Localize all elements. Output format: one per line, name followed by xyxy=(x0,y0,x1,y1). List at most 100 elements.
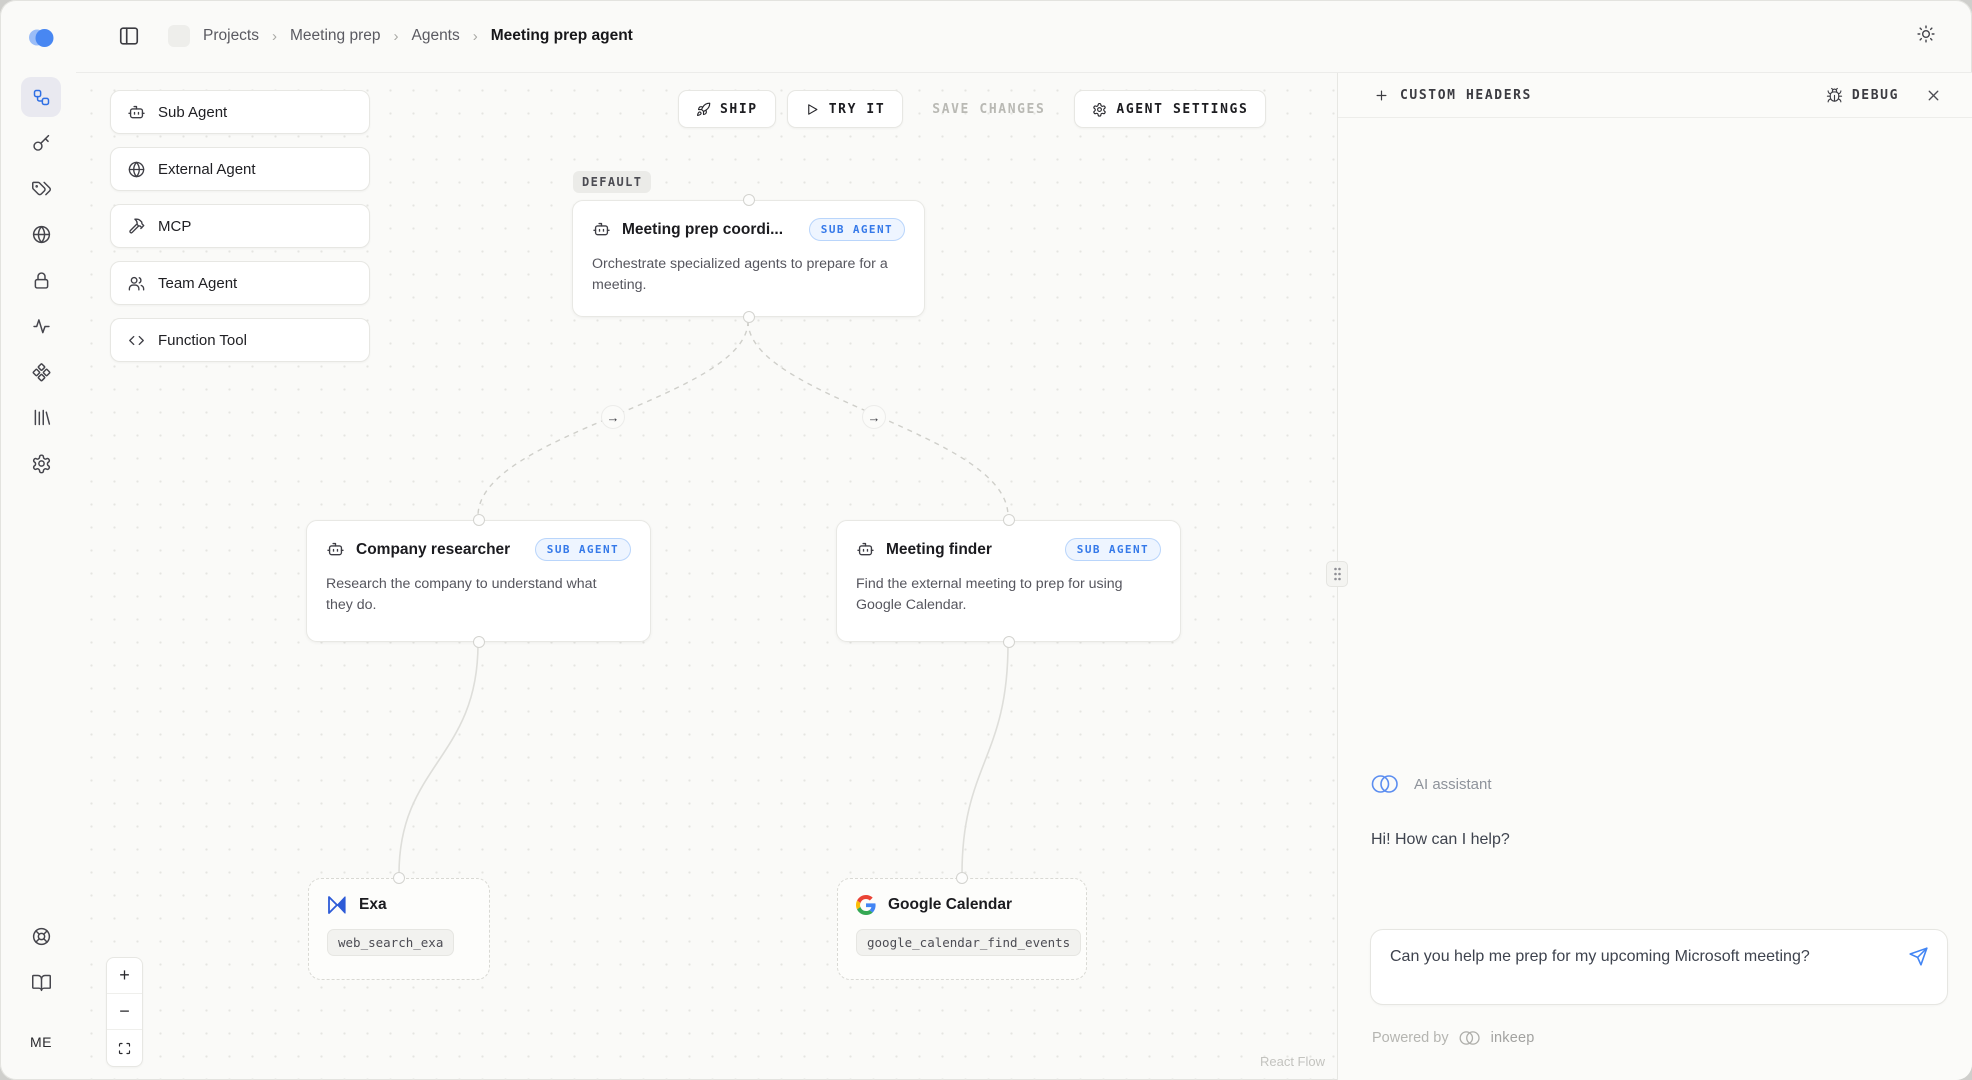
fit-view-button[interactable] xyxy=(107,1030,142,1066)
node-palette: Sub Agent External Agent MCP Team Agent … xyxy=(110,90,370,362)
globe-icon xyxy=(127,160,146,179)
try-it-panel: CUSTOM HEADERS DEBUG AI assistant Hi! Ho… xyxy=(1338,73,1972,1080)
panel-divider xyxy=(1337,73,1338,1080)
node-title: Company researcher xyxy=(356,541,524,559)
zoom-in-button[interactable]: + xyxy=(107,958,142,994)
tool-pill: web_search_exa xyxy=(327,929,454,956)
breadcrumb-item-agents[interactable]: Agents xyxy=(411,27,459,45)
custom-headers-label: CUSTOM HEADERS xyxy=(1400,88,1532,103)
bot-icon xyxy=(326,540,345,559)
palette-item-mcp[interactable]: MCP xyxy=(110,204,370,248)
nav-credentials[interactable] xyxy=(21,168,61,208)
bug-icon xyxy=(1826,87,1843,104)
palette-item-sub-agent[interactable]: Sub Agent xyxy=(110,90,370,134)
nav-activity[interactable] xyxy=(21,306,61,346)
grip-dots-icon xyxy=(1333,567,1342,581)
custom-headers-button[interactable]: CUSTOM HEADERS xyxy=(1374,88,1532,103)
tool-title: Google Calendar xyxy=(888,896,1012,914)
node-handle[interactable] xyxy=(473,636,485,648)
try-it-button[interactable]: TRY IT xyxy=(787,90,904,128)
nav-library[interactable] xyxy=(21,397,61,437)
node-google-calendar-tool[interactable]: Google Calendar google_calendar_find_eve… xyxy=(837,878,1087,980)
save-changes-button[interactable]: SAVE CHANGES xyxy=(914,90,1063,128)
bot-icon xyxy=(856,540,875,559)
breadcrumb-skeleton xyxy=(168,25,190,47)
chat-input[interactable]: Can you help me prep for my upcoming Mic… xyxy=(1370,929,1948,1005)
palette-item-label: Team Agent xyxy=(158,275,237,292)
flow-canvas[interactable]: Sub Agent External Agent MCP Team Agent … xyxy=(76,73,1337,1080)
panel-header: CUSTOM HEADERS DEBUG xyxy=(1338,73,1972,118)
node-company-researcher[interactable]: Company researcher SUB AGENT Research th… xyxy=(306,520,651,642)
nav-help[interactable] xyxy=(21,916,61,956)
powered-by-label: Powered by xyxy=(1372,1030,1449,1046)
palette-item-team-agent[interactable]: Team Agent xyxy=(110,261,370,305)
inkeep-logo-icon[interactable] xyxy=(26,26,56,55)
activity-icon xyxy=(31,316,52,337)
nav-security[interactable] xyxy=(21,260,61,300)
tool-pill: google_calendar_find_events xyxy=(856,929,1081,956)
ship-button[interactable]: SHIP xyxy=(678,90,776,128)
nav-docs[interactable] xyxy=(21,962,61,1002)
nav-api-keys[interactable] xyxy=(21,123,61,163)
panel-left-icon xyxy=(118,25,140,47)
tags-icon xyxy=(31,178,52,199)
theme-toggle-button[interactable] xyxy=(1916,24,1936,49)
palette-item-external-agent[interactable]: External Agent xyxy=(110,147,370,191)
plus-icon xyxy=(1374,88,1389,103)
breadcrumb-separator: › xyxy=(272,28,277,45)
nav-external[interactable] xyxy=(21,214,61,254)
nav-settings[interactable] xyxy=(21,443,61,483)
node-handle[interactable] xyxy=(1003,636,1015,648)
powered-by[interactable]: Powered by inkeep xyxy=(1372,1029,1535,1047)
lock-icon xyxy=(31,270,52,291)
node-handle[interactable] xyxy=(393,872,405,884)
app-window: ME Projects › Meeting prep › Agents › Me… xyxy=(0,0,1972,1080)
ship-button-label: SHIP xyxy=(720,102,758,117)
gear-icon xyxy=(31,453,52,474)
node-handle[interactable] xyxy=(473,514,485,526)
node-handle[interactable] xyxy=(956,872,968,884)
debug-button[interactable]: DEBUG xyxy=(1826,87,1899,104)
nav-graph[interactable] xyxy=(21,77,61,117)
stage: ME Projects › Meeting prep › Agents › Me… xyxy=(0,0,1972,1080)
node-exa-tool[interactable]: Exa web_search_exa xyxy=(308,878,490,980)
edge-researcher-exa xyxy=(399,644,478,874)
breadcrumb-separator: › xyxy=(473,28,478,45)
nav-components[interactable] xyxy=(21,352,61,392)
node-meeting-finder[interactable]: Meeting finder SUB AGENT Find the extern… xyxy=(836,520,1181,642)
breadcrumb-item-projects[interactable]: Projects xyxy=(203,27,259,45)
node-handle[interactable] xyxy=(1003,514,1015,526)
top-header: Projects › Meeting prep › Agents › Meeti… xyxy=(76,0,1972,73)
node-description: Research the company to understand what … xyxy=(326,574,614,617)
agent-settings-button-label: AGENT SETTINGS xyxy=(1116,102,1248,117)
inkeep-brand-label: inkeep xyxy=(1491,1030,1535,1046)
components-icon xyxy=(31,362,52,383)
fit-view-icon xyxy=(117,1041,132,1056)
react-flow-attribution[interactable]: React Flow xyxy=(1260,1054,1325,1069)
book-open-icon xyxy=(31,972,52,993)
node-handle[interactable] xyxy=(743,311,755,323)
palette-item-label: MCP xyxy=(158,218,191,235)
try-it-button-label: TRY IT xyxy=(829,102,886,117)
agent-settings-button[interactable]: AGENT SETTINGS xyxy=(1074,90,1266,128)
sub-agent-badge: SUB AGENT xyxy=(1065,538,1161,561)
edge-arrow-badge[interactable]: → xyxy=(862,405,886,429)
node-handle[interactable] xyxy=(743,194,755,206)
rocket-icon xyxy=(696,102,711,117)
play-icon xyxy=(805,102,820,117)
bot-icon xyxy=(127,103,146,122)
zoom-out-button[interactable]: − xyxy=(107,994,142,1030)
user-avatar[interactable]: ME xyxy=(30,1034,52,1050)
node-coordinator[interactable]: DEFAULT Meeting prep coordi... SUB AGENT… xyxy=(572,200,925,317)
debug-label: DEBUG xyxy=(1852,88,1899,103)
node-description: Find the external meeting to prep for us… xyxy=(856,574,1152,617)
bot-icon xyxy=(592,220,611,239)
breadcrumb-item-project[interactable]: Meeting prep xyxy=(290,27,380,45)
edge-arrow-badge[interactable]: → xyxy=(601,405,625,429)
sidebar-toggle-button[interactable] xyxy=(118,25,140,47)
close-panel-button[interactable] xyxy=(1925,87,1942,104)
send-button[interactable] xyxy=(1905,943,1931,969)
panel-resize-handle[interactable] xyxy=(1326,561,1348,587)
sub-agent-badge: SUB AGENT xyxy=(809,218,905,241)
palette-item-function-tool[interactable]: Function Tool xyxy=(110,318,370,362)
